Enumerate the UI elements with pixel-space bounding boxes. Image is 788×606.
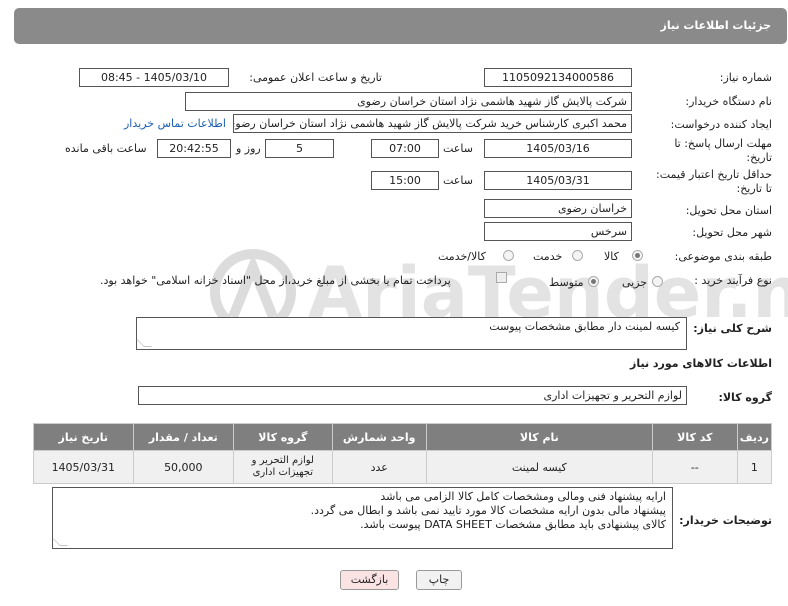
process-option-minor: جزیی — [622, 276, 648, 289]
creator-label: ایجاد کننده درخواست: — [670, 118, 772, 131]
announce-field: 1405/03/10 - 08:45 — [79, 68, 229, 87]
deadline-time-field: 07:00 — [371, 139, 439, 158]
validity-time-field: 15:00 — [371, 171, 439, 190]
province-label: استان محل تحویل: — [685, 204, 772, 217]
cell-item-code: -- — [651, 450, 738, 484]
buyer-notes-line-2: پیشنهاد مالی بدون ارایه مشخصات کالا مورد… — [310, 504, 666, 517]
category-label: طبقه بندی موضوعی: — [674, 250, 772, 263]
cell-item-name: کیسه لمینت — [425, 450, 653, 484]
category-option-service: خدمت — [533, 250, 563, 263]
treasury-payment-note: پرداخت تمام یا بخشی از مبلغ خرید،از محل … — [100, 274, 451, 287]
page-header: جزئیات اطلاعات نیاز — [14, 8, 787, 44]
process-radio-minor[interactable] — [652, 276, 663, 287]
creator-field: محمد اکبری کارشناس خرید شرکت پالایش گاز … — [233, 114, 632, 133]
buyer-notes-line-1: ارایه پیشنهاد فنی ومالی ومشخصات کامل کال… — [380, 490, 666, 503]
validity-label-date: تا تاریخ: — [736, 182, 772, 195]
remaining-time-field: 20:42:55 — [157, 139, 231, 158]
buyer-notes-line-3: کالای پیشنهادی باید مطابق مشخصات DATA SH… — [360, 518, 666, 531]
category-radio-service[interactable] — [572, 250, 583, 261]
buyer-notes-label: توضیحات خریدار: — [679, 514, 772, 527]
items-table: ردیف کد کالا نام کالا واحد شمارش گروه کا… — [33, 423, 773, 484]
col-header-need-date: تاریخ نیاز — [33, 423, 134, 451]
resize-grip-icon[interactable] — [52, 538, 68, 546]
category-option-goods: کالا — [604, 250, 619, 263]
deadline-label-date: تاریخ: — [746, 151, 772, 164]
category-option-both: کالا/خدمت — [438, 250, 486, 263]
buyer-org-label: نام دستگاه خریدار: — [685, 95, 772, 108]
category-radio-goods[interactable] — [632, 250, 643, 261]
buyer-org-field: شرکت پالایش گاز شهید هاشمی نژاد استان خر… — [185, 92, 632, 111]
days-field: 5 — [265, 139, 334, 158]
treasury-payment-checkbox[interactable] — [496, 272, 507, 283]
col-header-group: گروه کالا — [233, 423, 333, 451]
remaining-label: ساعت باقی مانده — [65, 142, 147, 155]
cell-need-date: 1405/03/31 — [33, 450, 134, 484]
cell-row-number: 1 — [736, 450, 773, 484]
deadline-label: مهلت ارسال پاسخ: تا — [674, 137, 772, 150]
validity-label: حداقل تاریخ اعتبار قیمت: — [656, 168, 772, 181]
cell-unit: عدد — [331, 450, 427, 484]
goods-info-title: اطلاعات کالاهای مورد نیاز — [630, 357, 772, 370]
deadline-date-field: 1405/03/16 — [484, 139, 632, 158]
announce-label: تاریخ و ساعت اعلان عمومی: — [249, 71, 382, 84]
process-option-medium: متوسط — [549, 276, 584, 289]
print-button[interactable]: چاپ — [416, 570, 462, 590]
col-header-item-code: کد کالا — [651, 423, 738, 451]
col-header-quantity: تعداد / مقدار — [132, 423, 235, 451]
validity-date-field: 1405/03/31 — [484, 171, 632, 190]
col-header-item-name: نام کالا — [425, 423, 653, 451]
goods-group-field: لوازم التحریر و تجهیزات اداری — [138, 386, 687, 405]
city-field: سرخس — [484, 222, 632, 241]
col-header-unit: واحد شمارش — [331, 423, 427, 451]
process-label: نوع فرآیند خرید : — [694, 274, 772, 287]
page: جزئیات اطلاعات نیاز AriaTender.neT شماره… — [0, 0, 788, 606]
process-radio-medium[interactable] — [588, 276, 599, 287]
deadline-time-label: ساعت — [443, 142, 473, 155]
province-field: خراسان رضوی — [484, 199, 632, 218]
need-number-label: شماره نیاز: — [719, 71, 772, 84]
city-label: شهر محل تحویل: — [692, 226, 772, 239]
page-title: جزئیات اطلاعات نیاز — [660, 19, 772, 32]
back-button[interactable]: بازگشت — [340, 570, 399, 590]
col-header-row-number: ردیف — [736, 423, 773, 451]
category-radio-both[interactable] — [503, 250, 514, 261]
table-header-row: ردیف کد کالا نام کالا واحد شمارش گروه کا… — [33, 423, 773, 451]
days-label: روز و — [236, 142, 261, 155]
cell-group: لوازم التحریر و تجهیزات اداری — [233, 450, 333, 484]
resize-grip-icon[interactable] — [136, 339, 152, 347]
table-row: 1 -- کیسه لمینت عدد لوازم التحریر و تجهی… — [33, 450, 773, 484]
contact-info-link[interactable]: اطلاعات تماس خریدار — [124, 117, 226, 130]
need-number-field: 1105092134000586 — [484, 68, 632, 87]
cell-quantity: 50,000 — [132, 450, 235, 484]
goods-group-label: گروه کالا: — [718, 391, 772, 404]
buyer-notes-textarea[interactable]: ارایه پیشنهاد فنی ومالی ومشخصات کامل کال… — [52, 487, 673, 549]
description-textarea[interactable]: کیسه لمینت دار مطابق مشخصات پیوست — [136, 317, 687, 350]
description-label: شرح کلی نیاز: — [693, 322, 772, 335]
description-text: کیسه لمینت دار مطابق مشخصات پیوست — [489, 320, 680, 333]
validity-time-label: ساعت — [443, 174, 473, 187]
